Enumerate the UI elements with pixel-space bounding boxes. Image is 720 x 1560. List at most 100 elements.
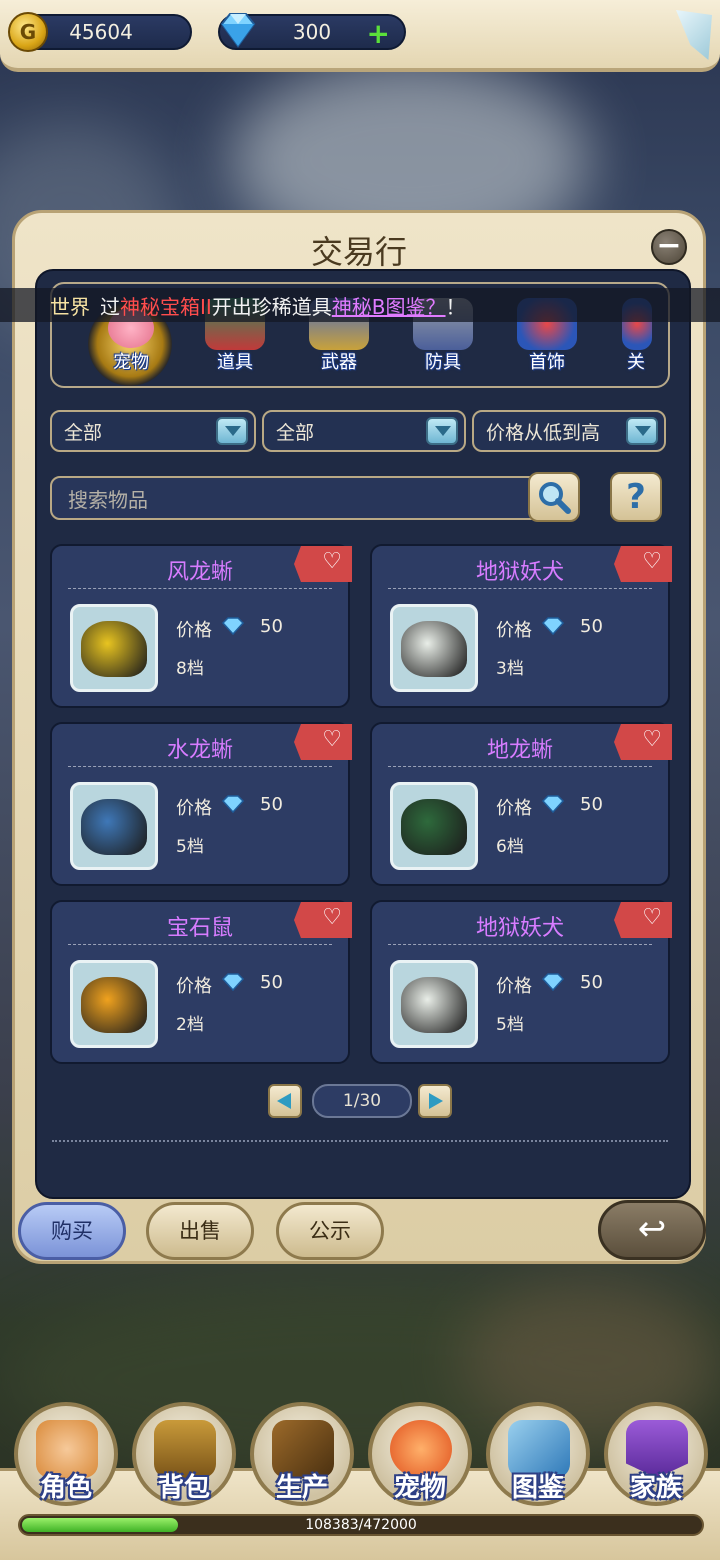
item-thumbnail — [70, 960, 158, 1048]
page-indicator: 1/30 — [312, 1084, 412, 1118]
item-price: 50 — [580, 794, 603, 815]
divider — [388, 588, 652, 589]
nav-label: 生产 — [275, 1473, 328, 1503]
category-label: 武器 — [321, 352, 357, 373]
heart-icon: ♡ — [322, 905, 342, 930]
nav-label: 宠物 — [393, 1473, 446, 1503]
broadcast-item-link[interactable]: 神秘B图鉴？ — [332, 291, 446, 320]
item-thumbnail — [390, 782, 478, 870]
nav-pet[interactable]: 宠物 — [368, 1402, 472, 1506]
creature-image — [401, 799, 467, 855]
category-label: 防具 — [425, 352, 461, 373]
item-thumbnail — [70, 782, 158, 870]
item-tier: 3档 — [496, 659, 524, 679]
add-gems-button[interactable]: + — [367, 17, 390, 50]
diamond-icon — [541, 795, 565, 814]
creature-image — [401, 621, 467, 677]
item-price: 50 — [260, 616, 283, 637]
divider — [388, 766, 652, 767]
category-label: 首饰 — [529, 352, 565, 373]
diamond-icon — [220, 13, 256, 48]
item-tier: 2档 — [176, 1015, 204, 1035]
category-label: 关 — [627, 352, 645, 373]
item-thumbnail — [70, 604, 158, 692]
heart-icon: ♡ — [642, 727, 662, 752]
gem-amount: 300 — [292, 20, 332, 44]
back-button[interactable]: ↩ — [598, 1200, 706, 1260]
price-label: 价格 — [176, 620, 212, 641]
search-icon — [539, 482, 571, 514]
nav-backpack[interactable]: 背包 — [132, 1402, 236, 1506]
search-input[interactable]: 搜索物品 — [50, 476, 578, 520]
filter-dropdown-1[interactable]: 全部 — [50, 410, 256, 452]
nav-family[interactable]: 家族 — [604, 1402, 708, 1506]
panel-title: 交易行 — [310, 233, 407, 271]
gold-coin-icon: G — [8, 12, 48, 52]
tab-buy[interactable]: 购买 — [18, 1202, 126, 1260]
dropdown-value: 全部 — [64, 421, 103, 444]
creature-image — [401, 977, 467, 1033]
tab-sell[interactable]: 出售 — [146, 1202, 254, 1260]
broadcast-item-link[interactable]: 神秘宝箱II — [120, 291, 212, 320]
next-page-button[interactable] — [418, 1084, 452, 1118]
filter-dropdown-2[interactable]: 全部 — [262, 410, 466, 452]
item-card[interactable]: 地狱妖犬 ♡ 价格 50 3档 — [370, 544, 672, 708]
tab-public[interactable]: 公示 — [276, 1202, 384, 1260]
search-button[interactable] — [528, 472, 580, 522]
gold-counter: G 45604 — [8, 12, 192, 52]
diamond-icon — [541, 973, 565, 992]
heart-icon: ♡ — [322, 727, 342, 752]
chevron-down-icon — [216, 417, 248, 445]
top-resource-bar: G 45604 300 + — [0, 0, 720, 72]
close-button[interactable]: − — [651, 229, 687, 265]
chevron-down-icon — [626, 417, 658, 445]
nav-character[interactable]: 角色 — [14, 1402, 118, 1506]
item-card[interactable]: 宝石鼠 ♡ 价格 50 2档 — [50, 900, 352, 1064]
creature-image — [81, 977, 147, 1033]
broadcast-text: 过 — [100, 294, 120, 319]
item-card[interactable]: 水龙蜥 ♡ 价格 50 5档 — [50, 722, 352, 886]
divider — [68, 766, 332, 767]
diamond-icon — [221, 617, 245, 636]
divider — [52, 1140, 668, 1142]
price-label: 价格 — [176, 798, 212, 819]
sort-dropdown[interactable]: 价格从低到高 — [472, 410, 666, 452]
item-price: 50 — [260, 794, 283, 815]
creature-image — [81, 799, 147, 855]
help-button[interactable]: ? — [610, 472, 662, 522]
item-card[interactable]: 地龙蜥 ♡ 价格 50 6档 — [370, 722, 672, 886]
item-thumbnail — [390, 960, 478, 1048]
item-card[interactable]: 风龙蜥 ♡ 价格 50 8档 — [50, 544, 352, 708]
broadcast-text: ！ — [445, 294, 466, 319]
nav-production[interactable]: 生产 — [250, 1402, 354, 1506]
diamond-icon — [221, 795, 245, 814]
item-card[interactable]: 地狱妖犬 ♡ 价格 50 5档 — [370, 900, 672, 1064]
item-price: 50 — [580, 616, 603, 637]
chevron-down-icon — [426, 417, 458, 445]
gem-counter: 300 + — [218, 13, 406, 50]
divider — [388, 944, 652, 945]
price-label: 价格 — [496, 976, 532, 997]
nav-handbook[interactable]: 图鉴 — [486, 1402, 590, 1506]
price-label: 价格 — [176, 976, 212, 997]
item-tier: 8档 — [176, 659, 204, 679]
item-price: 50 — [260, 972, 283, 993]
diamond-icon — [221, 973, 245, 992]
experience-text: 108383/472000 — [305, 1517, 417, 1533]
item-price: 50 — [580, 972, 603, 993]
dropdown-value: 价格从低到高 — [486, 421, 601, 444]
divider — [68, 944, 332, 945]
crystal-icon — [676, 10, 712, 60]
prev-page-button[interactable] — [268, 1084, 302, 1118]
gold-amount: 45604 — [69, 20, 133, 44]
broadcast-channel: 世界 — [50, 294, 90, 319]
item-tier: 5档 — [176, 837, 204, 857]
heart-icon: ♡ — [642, 549, 662, 574]
heart-icon: ♡ — [642, 905, 662, 930]
price-label: 价格 — [496, 798, 532, 819]
search-placeholder: 搜索物品 — [68, 487, 148, 512]
divider — [68, 588, 332, 589]
nav-label: 家族 — [629, 1473, 682, 1503]
item-tier: 5档 — [496, 1015, 524, 1035]
item-tier: 6档 — [496, 837, 524, 857]
